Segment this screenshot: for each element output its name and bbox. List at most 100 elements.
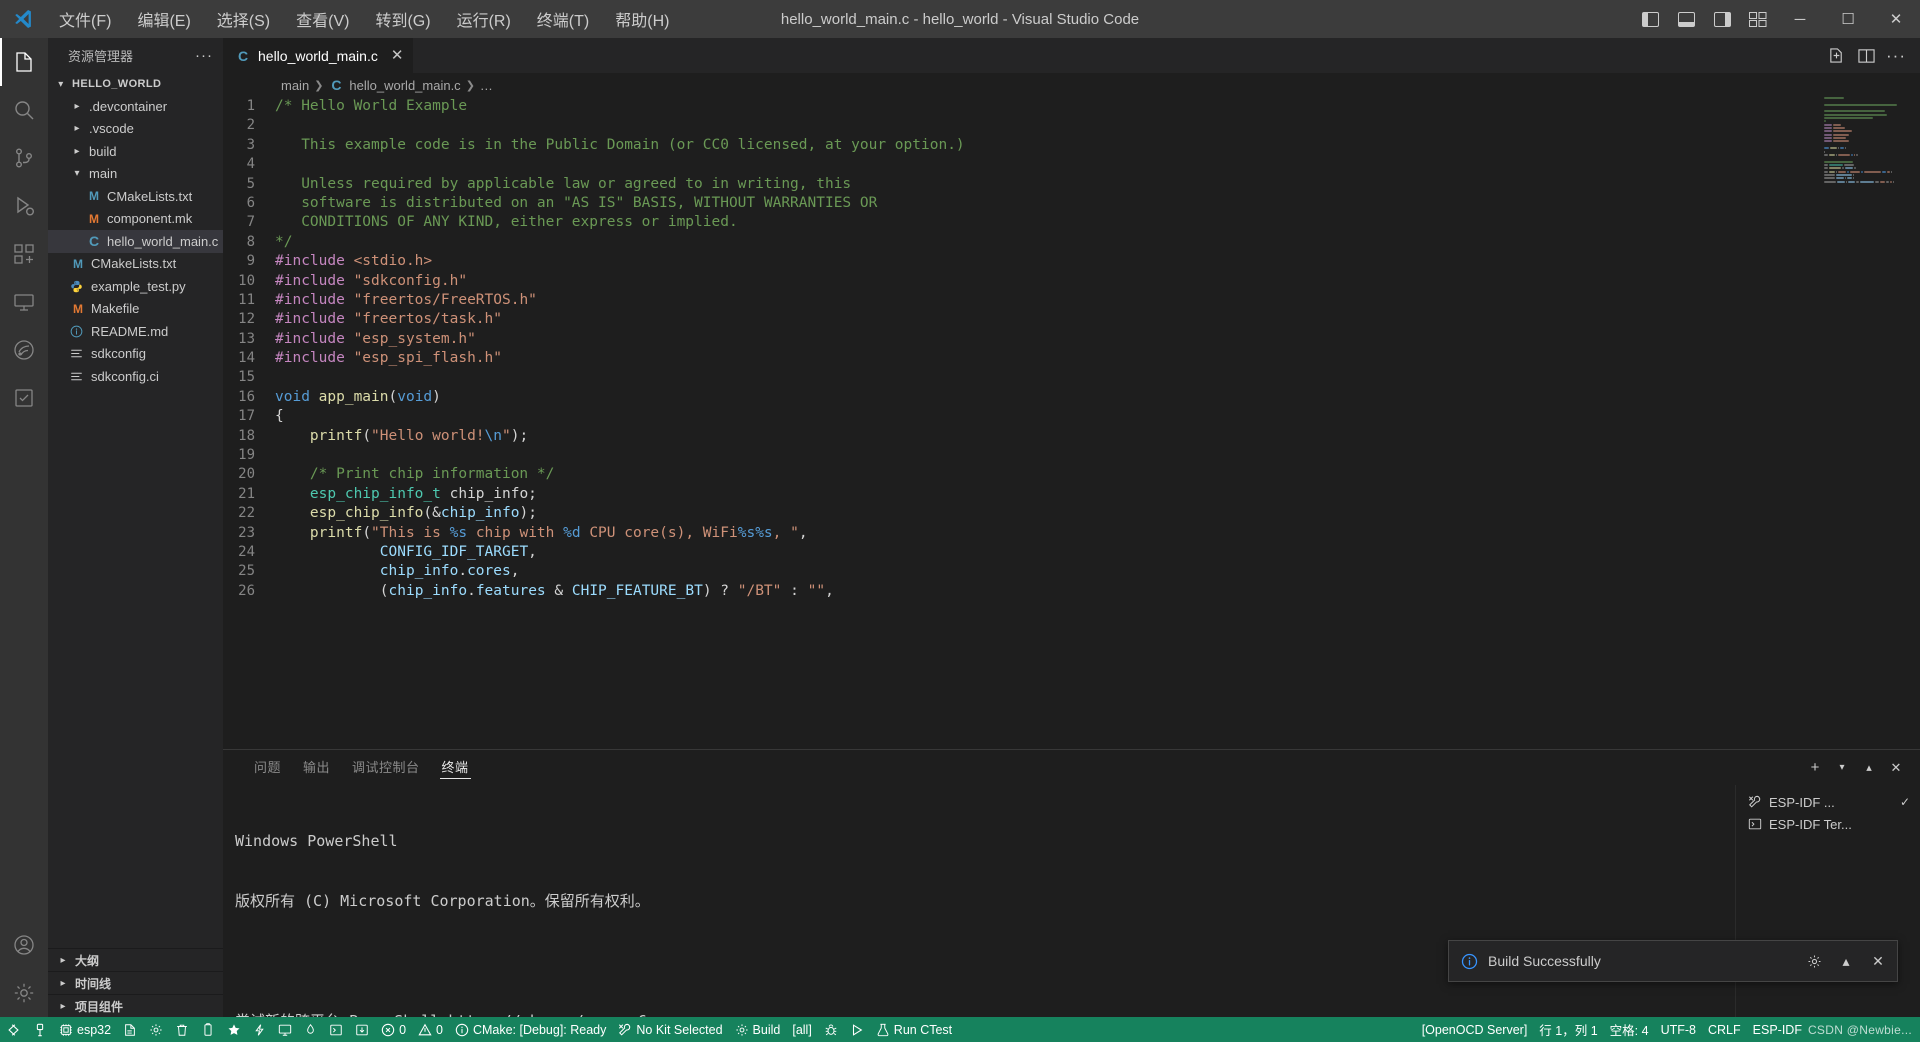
code-line[interactable]: 4 <box>223 155 1920 174</box>
menu-terminal[interactable]: 终端(T) <box>524 3 602 35</box>
esp-idf-monitor-icon[interactable] <box>272 1017 298 1042</box>
cmake-kit[interactable]: No Kit Selected <box>612 1017 728 1042</box>
close-panel-icon[interactable]: ✕ <box>1884 754 1908 782</box>
breadcrumb-item-more[interactable]: … <box>480 78 493 93</box>
esp-idf-favorite-icon[interactable] <box>221 1017 247 1042</box>
code-content[interactable]: 1/* Hello World Example 2 3 This example c… <box>223 97 1920 601</box>
esp-idf-fullclean-icon[interactable] <box>169 1017 195 1042</box>
code-line[interactable]: 3 This example code is in the Public Dom… <box>223 136 1920 155</box>
openocd-server-status[interactable]: [OpenOCD Server] <box>1416 1017 1534 1042</box>
code-line[interactable]: 20 /* Print chip information */ <box>223 465 1920 484</box>
esp-idf-menuconfig-icon[interactable] <box>143 1017 169 1042</box>
close-icon[interactable]: ✕ <box>391 48 404 63</box>
code-line[interactable]: 11 #include "freertos/FreeRTOS.h" <box>223 291 1920 310</box>
esp-idf-export-icon[interactable] <box>349 1017 375 1042</box>
terminal-list-item-esp-idf[interactable]: ESP-IDF ... ✓ <box>1736 791 1920 813</box>
split-editor-icon[interactable] <box>1852 38 1880 73</box>
code-line[interactable]: 18 printf("Hello world!\n"); <box>223 427 1920 446</box>
sidebar-more-actions-icon[interactable]: ··· <box>195 47 213 64</box>
menu-help[interactable]: 帮助(H) <box>602 3 682 35</box>
new-terminal-icon[interactable]: + <box>1803 754 1827 782</box>
extensions-icon[interactable] <box>0 230 48 278</box>
file-tree[interactable]: ▾ HELLO_WORLD ▸ .devcontainer ▸ .vscode … <box>48 73 223 948</box>
chevron-down-icon[interactable]: ▾ <box>1830 754 1854 782</box>
menu-run[interactable]: 运行(R) <box>444 3 524 35</box>
encoding[interactable]: UTF-8 <box>1655 1017 1702 1042</box>
code-line[interactable]: 25 chip_info.cores, <box>223 562 1920 581</box>
terminal-output[interactable]: Windows PowerShell 版权所有 (C) Microsoft Co… <box>223 785 1735 1030</box>
tree-item-cmakelists[interactable]: M CMakeLists.txt <box>48 253 223 276</box>
code-line[interactable]: 23 printf("This is %s chip with %d CPU c… <box>223 524 1920 543</box>
tree-item-sdkconfig[interactable]: sdkconfig <box>48 343 223 366</box>
settings-gear-icon[interactable] <box>0 969 48 1017</box>
tree-item-build[interactable]: ▸ build <box>48 140 223 163</box>
esp-idf-flash-bolt-icon[interactable] <box>247 1017 272 1042</box>
remote-explorer-icon[interactable] <box>0 278 48 326</box>
remote-host-icon[interactable] <box>0 1017 27 1042</box>
window-close-button[interactable]: ✕ <box>1872 0 1920 38</box>
error-count[interactable]: 0 <box>375 1017 412 1042</box>
code-line[interactable]: 14 #include "esp_spi_flash.h" <box>223 349 1920 368</box>
code-line[interactable]: 22 esp_chip_info(&chip_info); <box>223 504 1920 523</box>
code-line[interactable]: 17 { <box>223 407 1920 426</box>
breadcrumb[interactable]: main ❯ C hello_world_main.c ❯ … <box>223 73 1920 97</box>
code-line[interactable]: 15 <box>223 368 1920 387</box>
more-actions-icon[interactable]: ··· <box>1882 38 1910 73</box>
sidebar-section-project-components[interactable]: ▸ 项目组件 <box>48 994 223 1017</box>
code-line[interactable]: 5 Unless required by applicable law or a… <box>223 175 1920 194</box>
gear-icon[interactable] <box>1803 950 1825 972</box>
tree-item-readme-md[interactable]: README.md <box>48 320 223 343</box>
espressif-idf-icon[interactable] <box>0 326 48 374</box>
tree-item-component-mk[interactable]: M component.mk <box>48 208 223 231</box>
tree-item-example-test-py[interactable]: example_test.py <box>48 275 223 298</box>
code-line[interactable]: 16 void app_main(void) <box>223 388 1920 407</box>
source-control-icon[interactable] <box>0 134 48 182</box>
cmake-debug-icon[interactable] <box>818 1017 844 1042</box>
code-line[interactable]: 19 <box>223 446 1920 465</box>
chevron-up-icon[interactable]: ▴ <box>1835 950 1857 972</box>
code-line[interactable]: 21 esp_chip_info_t chip_info; <box>223 485 1920 504</box>
code-editor[interactable]: 1/* Hello World Example 2 3 This example c… <box>223 97 1920 749</box>
tree-item-hello-world-main-c[interactable]: C hello_world_main.c <box>48 230 223 253</box>
window-minimize-button[interactable]: ─ <box>1776 0 1824 38</box>
menu-view[interactable]: 查看(V) <box>283 3 362 35</box>
explorer-icon[interactable] <box>0 38 48 86</box>
tree-item-devcontainer[interactable]: ▸ .devcontainer <box>48 95 223 118</box>
window-maximize-button[interactable]: ☐ <box>1824 0 1872 38</box>
eol[interactable]: CRLF <box>1702 1017 1747 1042</box>
panel-tab-terminal[interactable]: 终端 <box>431 750 480 785</box>
menu-selection[interactable]: 选择(S) <box>204 3 283 35</box>
code-line[interactable]: 13 #include "esp_system.h" <box>223 330 1920 349</box>
tree-root-hello-world[interactable]: ▾ HELLO_WORLD <box>48 73 223 95</box>
notification-toast[interactable]: Build Successfully ▴ ✕ <box>1448 940 1898 982</box>
sidebar-section-outline[interactable]: ▸ 大纲 <box>48 948 223 971</box>
esp-idf-debug-icon[interactable] <box>298 1017 323 1042</box>
warning-count[interactable]: 0 <box>412 1017 449 1042</box>
code-line[interactable]: 24 CONFIG_IDF_TARGET, <box>223 543 1920 562</box>
run-ctest-button[interactable]: Run CTest <box>870 1017 958 1042</box>
esp-idf-target[interactable]: esp32 <box>53 1017 117 1042</box>
breadcrumb-item-file[interactable]: hello_world_main.c <box>349 78 460 93</box>
indentation[interactable]: 空格: 4 <box>1604 1017 1655 1042</box>
language-mode[interactable]: ESP-IDF <box>1747 1017 1808 1042</box>
tab-hello-world-main-c[interactable]: C hello_world_main.c ✕ <box>223 38 415 73</box>
customize-layout-icon[interactable] <box>1740 0 1776 38</box>
testing-icon[interactable] <box>0 374 48 422</box>
cmake-build-button[interactable]: Build <box>729 1017 787 1042</box>
tree-item-main[interactable]: ▾ main <box>48 163 223 186</box>
code-line[interactable]: 7 CONDITIONS OF ANY KIND, either express… <box>223 213 1920 232</box>
menu-go[interactable]: 转到(G) <box>362 3 443 35</box>
maximize-panel-icon[interactable]: ▴ <box>1857 754 1881 782</box>
esp-idf-flash-icon[interactable] <box>195 1017 221 1042</box>
panel-tab-debug-console[interactable]: 调试控制台 <box>341 750 431 785</box>
menu-file[interactable]: 文件(F) <box>46 3 124 35</box>
tree-item-makefile[interactable]: M Makefile <box>48 298 223 321</box>
tree-item-main-cmakelists[interactable]: M CMakeLists.txt <box>48 185 223 208</box>
tree-item-vscode[interactable]: ▸ .vscode <box>48 118 223 141</box>
code-line[interactable]: 6 software is distributed on an "AS IS" … <box>223 194 1920 213</box>
cmake-target[interactable]: [all] <box>786 1017 817 1042</box>
panel-tab-output[interactable]: 输出 <box>292 750 341 785</box>
tree-item-sdkconfig-ci[interactable]: sdkconfig.ci <box>48 365 223 388</box>
accounts-icon[interactable] <box>0 921 48 969</box>
sidebar-section-timeline[interactable]: ▸ 时间线 <box>48 971 223 994</box>
